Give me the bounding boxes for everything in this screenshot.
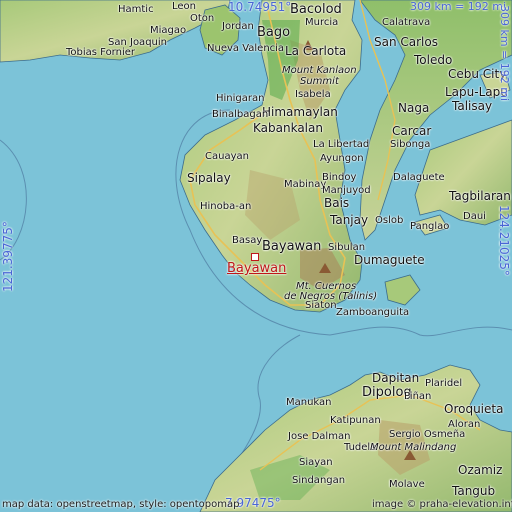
place-label-miagao: Miagao — [150, 25, 187, 36]
place-label-bayawan: Bayawan — [262, 239, 322, 254]
place-label-himamaylan: Himamaylan — [262, 105, 338, 119]
place-label-katipunan: Katipunan — [330, 415, 381, 426]
place-label-oton: Oton — [190, 13, 215, 24]
place-label-ayungon: Ayungon — [320, 153, 364, 164]
place-label-calatrava: Calatrava — [382, 17, 431, 28]
place-label-zamboanguita: Zamboanguita — [336, 307, 410, 318]
place-label-kabankalan: Kabankalan — [253, 121, 323, 135]
place-label-oslob: Oslob — [375, 215, 404, 226]
place-label-hinigaran: Hinigaran — [216, 93, 265, 104]
place-label-cauayan: Cauayan — [205, 151, 249, 162]
place-label-bacolod: Bacolod — [290, 2, 342, 17]
place-label-aloran: Aloran — [448, 419, 481, 430]
place-label-carcar: Carcar — [392, 124, 432, 138]
highlight-label-bayawan[interactable]: Bayawan — [227, 262, 286, 275]
coord-top: 10.74951° — [228, 0, 292, 14]
place-label-plaridel: Plaridel — [425, 378, 463, 389]
place-label-mount-malindang: Mount Malindang — [370, 442, 457, 453]
place-label-jose-dalman: Jose Dalman — [288, 431, 351, 442]
attribution-right: image © praha-elevation.info — [372, 499, 512, 510]
place-label-murcia: Murcia — [305, 17, 339, 28]
place-label-sipalay: Sipalay — [187, 171, 231, 185]
place-label-dapitan: Dapitan — [372, 371, 420, 385]
place-label-siayan: Siayan — [299, 457, 333, 468]
place-label-leon: Leon — [172, 1, 197, 12]
place-label-tagbilaran: Tagbilaran — [449, 189, 511, 203]
place-label-tanjay: Tanjay — [330, 213, 369, 227]
attribution-left: map data: openstreetmap, style: opentopo… — [2, 499, 240, 510]
place-label-san-carlos: San Carlos — [374, 35, 438, 49]
place-label-la-libertad: La Libertad — [313, 139, 370, 150]
place-label-dalaguete: Dalaguete — [393, 172, 445, 183]
place-label-binalbagan: Binalbagan — [212, 109, 269, 120]
scale-top: 309 km = 192 mi — [410, 0, 507, 13]
place-label-sibulan: Sibulan — [328, 242, 366, 253]
place-label-molave: Molave — [389, 479, 425, 490]
place-label-siaton: Siaton — [305, 300, 337, 311]
place-label-jordan: Jordan — [222, 21, 254, 32]
place-label-sergio-osmena: Sergio Osmeña — [389, 429, 466, 440]
coord-left: 121.39775° — [1, 221, 15, 292]
place-label-sindangan: Sindangan — [292, 475, 346, 486]
place-label-hinoba-an: Hinoba-an — [200, 201, 252, 212]
place-label-toledo: Toledo — [414, 53, 453, 67]
place-label-daui: Daui — [463, 211, 486, 222]
place-label-manjuyod: Manjuyod — [322, 185, 371, 196]
place-label-ozamiz: Ozamiz — [458, 463, 503, 477]
place-label-mount-kanlaon: Mount Kanlaon — [282, 65, 357, 76]
place-label-manukan: Manukan — [286, 397, 332, 408]
coord-right: 124.21025° — [497, 205, 511, 276]
place-label-tobias-fornier: Tobias Fornier — [66, 47, 135, 58]
place-label-bago: Bago — [257, 25, 291, 40]
place-label-sibonga: Sibonga — [390, 139, 431, 150]
place-label-hamtic: Hamtic — [118, 4, 154, 15]
place-label-summit: Summit — [300, 76, 339, 87]
place-label-tangub: Tangub — [452, 484, 496, 498]
scale-right: 309 km = 192 mi — [498, 5, 511, 102]
place-label-la-carlota: La Carlota — [285, 44, 347, 58]
place-label-panglao: Panglao — [410, 221, 450, 232]
place-label-talisay: Talisay — [452, 99, 493, 113]
map-canvas[interactable]: Hamtic Leon Oton Bacolod Murcia Calatrav… — [0, 0, 512, 512]
location-marker-icon[interactable] — [251, 253, 259, 261]
place-label-dumaguete: Dumaguete — [354, 253, 425, 267]
place-label-pinan: Piñan — [404, 391, 432, 402]
place-label-basay: Basay — [232, 235, 263, 246]
place-label-isabela: Isabela — [295, 89, 331, 100]
place-label-mabinay: Mabinay — [284, 179, 327, 190]
place-label-naga: Naga — [398, 101, 430, 115]
place-label-bais: Bais — [324, 196, 350, 210]
place-label-bindoy: Bindoy — [322, 172, 357, 183]
place-label-nueva-valencia: Nueva Valencia — [207, 43, 285, 54]
place-label-oroquieta: Oroquieta — [444, 402, 504, 416]
